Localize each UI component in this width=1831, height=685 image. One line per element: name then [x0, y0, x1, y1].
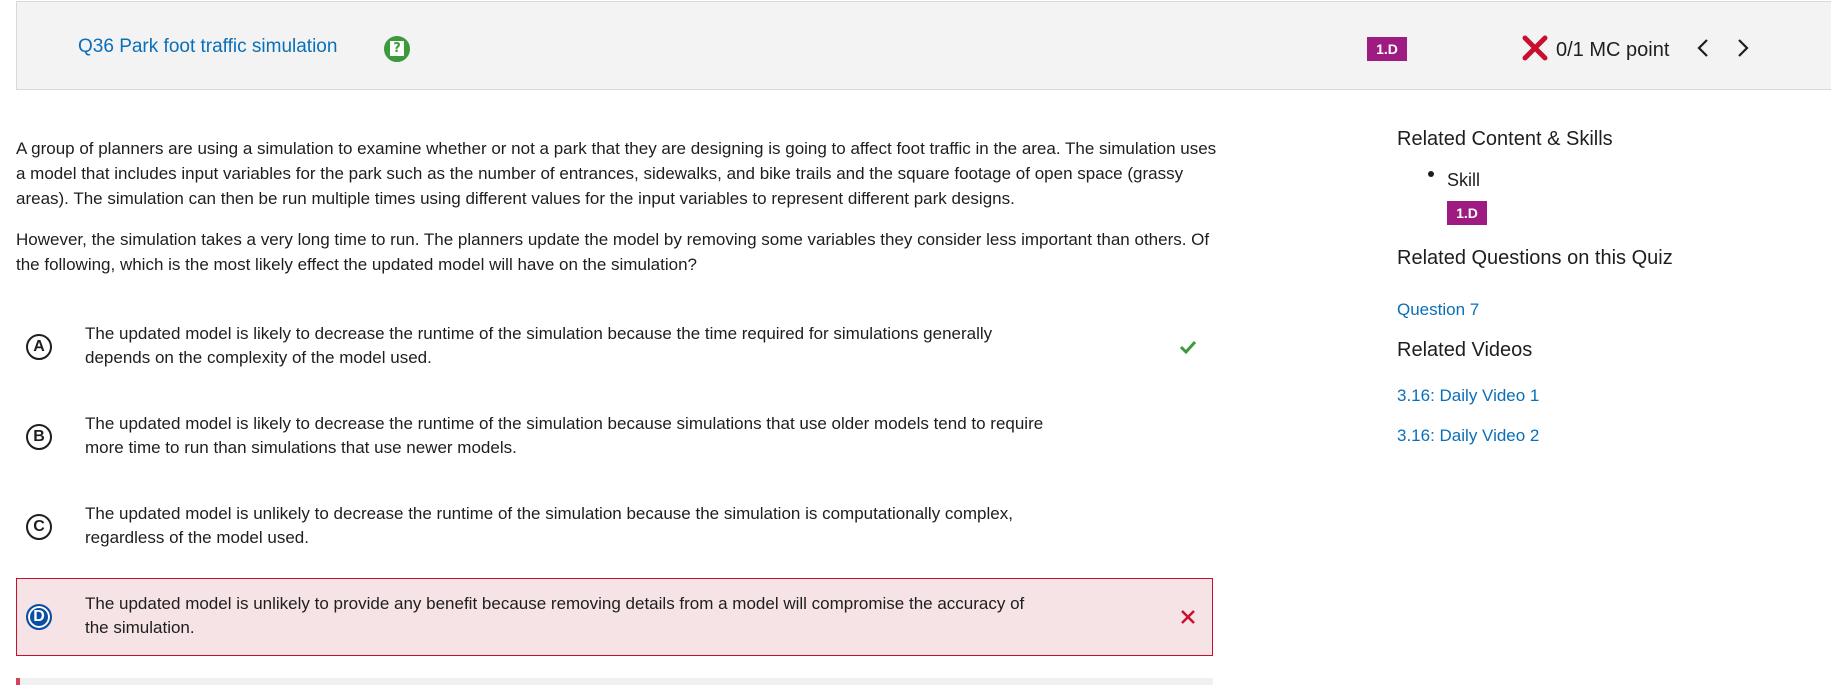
question-stem-paragraph-2: However, the simulation takes a very lon… — [16, 230, 1210, 274]
related-question-link[interactable]: Question 7 — [1397, 300, 1479, 320]
checkmark-icon — [1179, 340, 1197, 355]
choice-text: The updated model is likely to decrease … — [85, 324, 993, 367]
next-section-marker — [16, 678, 20, 685]
answer-choice-b[interactable]: B The updated model is likely to decreas… — [16, 398, 1213, 476]
next-section-edge — [16, 678, 1213, 685]
x-mark-icon — [1181, 610, 1195, 624]
question-header: Q36 Park foot traffic simulation 1.D 0/1… — [16, 1, 1831, 90]
chevron-left-icon[interactable] — [1693, 36, 1713, 60]
chevron-right-icon[interactable] — [1733, 36, 1753, 60]
question-title[interactable]: Q36 Park foot traffic simulation — [78, 36, 337, 58]
related-questions-heading: Related Questions on this Quiz — [1397, 247, 1673, 269]
answer-choice-d[interactable]: D The updated model is unlikely to provi… — [16, 578, 1213, 656]
x-icon — [1522, 35, 1548, 61]
choice-text: The updated model is likely to decrease … — [85, 414, 1044, 457]
question-stem-paragraph-1: A group of planners are using a simulati… — [16, 139, 1217, 208]
score-text: 0/1 MC point — [1556, 39, 1670, 61]
video-link-1[interactable]: 3.16: Daily Video 1 — [1397, 386, 1539, 406]
choice-letter: A — [26, 334, 52, 360]
choice-text: The updated model is unlikely to decreas… — [85, 504, 1013, 547]
answer-choice-a[interactable]: A The updated model is likely to decreas… — [16, 308, 1213, 386]
help-icon[interactable] — [384, 36, 410, 62]
choice-text: The updated model is unlikely to provide… — [85, 594, 1025, 637]
answer-choice-c[interactable]: C The updated model is unlikely to decre… — [16, 488, 1213, 566]
related-videos-heading: Related Videos — [1397, 339, 1533, 361]
skill-badge: 1.D — [1447, 201, 1487, 225]
choice-letter: D — [26, 604, 52, 630]
bullet — [1428, 171, 1434, 177]
choice-letter: B — [26, 424, 52, 450]
skill-badge: 1.D — [1367, 37, 1407, 61]
related-content-heading: Related Content & Skills — [1397, 128, 1613, 150]
skill-label: Skill — [1447, 170, 1481, 190]
choice-letter: C — [26, 514, 52, 540]
video-link-2[interactable]: 3.16: Daily Video 2 — [1397, 426, 1539, 446]
